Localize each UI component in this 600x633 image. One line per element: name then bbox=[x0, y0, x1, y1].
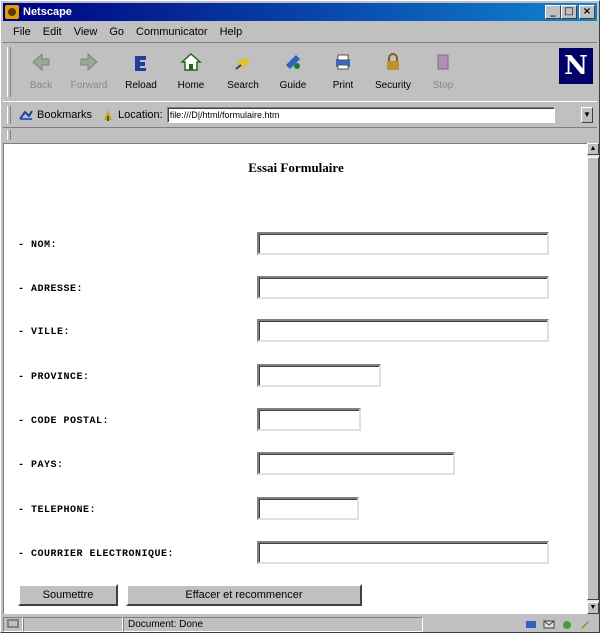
reload-button[interactable]: Reload bbox=[117, 49, 165, 95]
url-dropdown-button[interactable]: ▼ bbox=[581, 107, 593, 123]
scroll-up-button[interactable]: ▲ bbox=[587, 143, 599, 155]
bookmarks-button[interactable]: Bookmarks bbox=[19, 109, 92, 121]
component-bar bbox=[525, 619, 591, 630]
label-telephone: - TELEPHONE: bbox=[18, 505, 97, 516]
search-button[interactable]: Search bbox=[219, 49, 267, 95]
stop-button[interactable]: Stop bbox=[419, 49, 467, 95]
print-label: Print bbox=[332, 80, 354, 91]
security-button[interactable]: Security bbox=[369, 49, 417, 95]
minimize-button[interactable]: _ bbox=[545, 5, 561, 19]
reset-button[interactable]: Effacer et recommencer bbox=[126, 584, 362, 606]
netscape-app-icon[interactable] bbox=[5, 5, 19, 19]
label-province: - PROVINCE: bbox=[18, 372, 90, 383]
home-icon bbox=[180, 52, 202, 71]
submit-button[interactable]: Soumettre bbox=[18, 584, 118, 606]
guide-button[interactable]: Guide bbox=[269, 49, 317, 95]
scroll-thumb[interactable] bbox=[587, 157, 599, 600]
navigator-icon[interactable] bbox=[525, 619, 537, 630]
navigation-toolbar: Back Forward Reload Home Search Guide Pr… bbox=[3, 42, 597, 102]
maximize-button[interactable]: □ bbox=[561, 5, 577, 19]
stop-icon bbox=[437, 54, 449, 70]
bookmark-icon bbox=[19, 110, 33, 120]
window-title: Netscape bbox=[23, 6, 72, 18]
label-courrier-electronique: - COURRIER ELECTRONIQUE: bbox=[18, 549, 175, 560]
input-telephone[interactable] bbox=[257, 497, 359, 520]
back-button[interactable]: Back bbox=[17, 49, 65, 95]
location-label-group: Location: bbox=[102, 108, 163, 122]
input-code-postal[interactable] bbox=[257, 408, 361, 431]
menu-communicator[interactable]: Communicator bbox=[130, 26, 214, 38]
menu-help[interactable]: Help bbox=[214, 26, 249, 38]
forward-arrow-icon bbox=[80, 52, 98, 72]
search-label: Search bbox=[227, 80, 259, 91]
guide-label: Guide bbox=[279, 80, 307, 91]
personal-toolbar-grip[interactable] bbox=[7, 130, 11, 140]
home-button[interactable]: Home bbox=[167, 49, 215, 95]
label-adresse: - ADRESSE: bbox=[18, 284, 84, 295]
guide-icon bbox=[286, 55, 300, 69]
progress-cell bbox=[23, 616, 123, 632]
input-ville[interactable] bbox=[257, 319, 549, 342]
printer-icon bbox=[336, 54, 350, 70]
netscape-logo[interactable]: N bbox=[559, 48, 593, 84]
bookmarks-label: Bookmarks bbox=[37, 109, 93, 121]
home-label: Home bbox=[177, 80, 205, 91]
page-title: Essai Formulaire bbox=[248, 160, 344, 175]
back-arrow-icon bbox=[32, 52, 50, 72]
label-nom: - NOM: bbox=[18, 240, 58, 251]
location-label: Location: bbox=[118, 109, 163, 121]
composer-icon[interactable] bbox=[579, 619, 591, 630]
page-proxy-icon[interactable] bbox=[102, 108, 114, 122]
forward-button[interactable]: Forward bbox=[65, 49, 113, 95]
label-code-postal: - CODE POSTAL: bbox=[18, 416, 110, 427]
close-button[interactable]: × bbox=[579, 5, 595, 19]
title-bar[interactable]: Netscape _ □ × bbox=[3, 3, 597, 21]
input-nom[interactable] bbox=[257, 232, 549, 255]
connection-status-cell bbox=[3, 616, 23, 632]
page-content: Essai Formulaire - NOM: - ADRESSE: - VIL… bbox=[3, 143, 587, 614]
security-label: Security bbox=[374, 80, 412, 91]
status-text: Document: Done bbox=[123, 616, 423, 632]
mail-icon[interactable] bbox=[543, 619, 555, 630]
location-grip[interactable] bbox=[7, 106, 11, 124]
input-province[interactable] bbox=[257, 364, 381, 387]
menu-file[interactable]: File bbox=[7, 26, 37, 38]
security-status-icon[interactable] bbox=[6, 618, 20, 629]
lock-icon bbox=[387, 53, 399, 70]
location-url-field[interactable]: file:///D|/html/formulaire.htm bbox=[166, 107, 555, 123]
forward-label: Forward bbox=[70, 80, 108, 91]
location-toolbar: Bookmarks Location: file:///D|/html/form… bbox=[3, 104, 597, 126]
discussion-icon[interactable] bbox=[561, 619, 573, 630]
toolbar-grip[interactable] bbox=[7, 47, 11, 97]
label-pays: - PAYS: bbox=[18, 460, 64, 471]
vertical-scrollbar[interactable]: ▲ ▼ bbox=[587, 143, 599, 614]
menu-edit[interactable]: Edit bbox=[37, 26, 68, 38]
browser-window: Netscape _ □ × File Edit View Go Communi… bbox=[0, 0, 600, 633]
status-bar: Document: Done bbox=[3, 615, 597, 633]
personal-toolbar bbox=[3, 127, 597, 143]
input-adresse[interactable] bbox=[257, 276, 549, 299]
label-ville: - VILLE: bbox=[18, 327, 71, 338]
input-courrier-electronique[interactable] bbox=[257, 541, 549, 564]
print-button[interactable]: Print bbox=[319, 49, 367, 95]
back-label: Back bbox=[29, 80, 53, 91]
reload-label: Reload bbox=[125, 80, 157, 91]
reload-icon bbox=[135, 56, 146, 71]
menu-go[interactable]: Go bbox=[103, 26, 130, 38]
search-icon bbox=[235, 58, 250, 70]
input-pays[interactable] bbox=[257, 452, 455, 475]
stop-label: Stop bbox=[432, 80, 454, 91]
menu-view[interactable]: View bbox=[68, 26, 104, 38]
scroll-down-button[interactable]: ▼ bbox=[587, 602, 599, 614]
menu-bar: File Edit View Go Communicator Help bbox=[3, 23, 597, 41]
